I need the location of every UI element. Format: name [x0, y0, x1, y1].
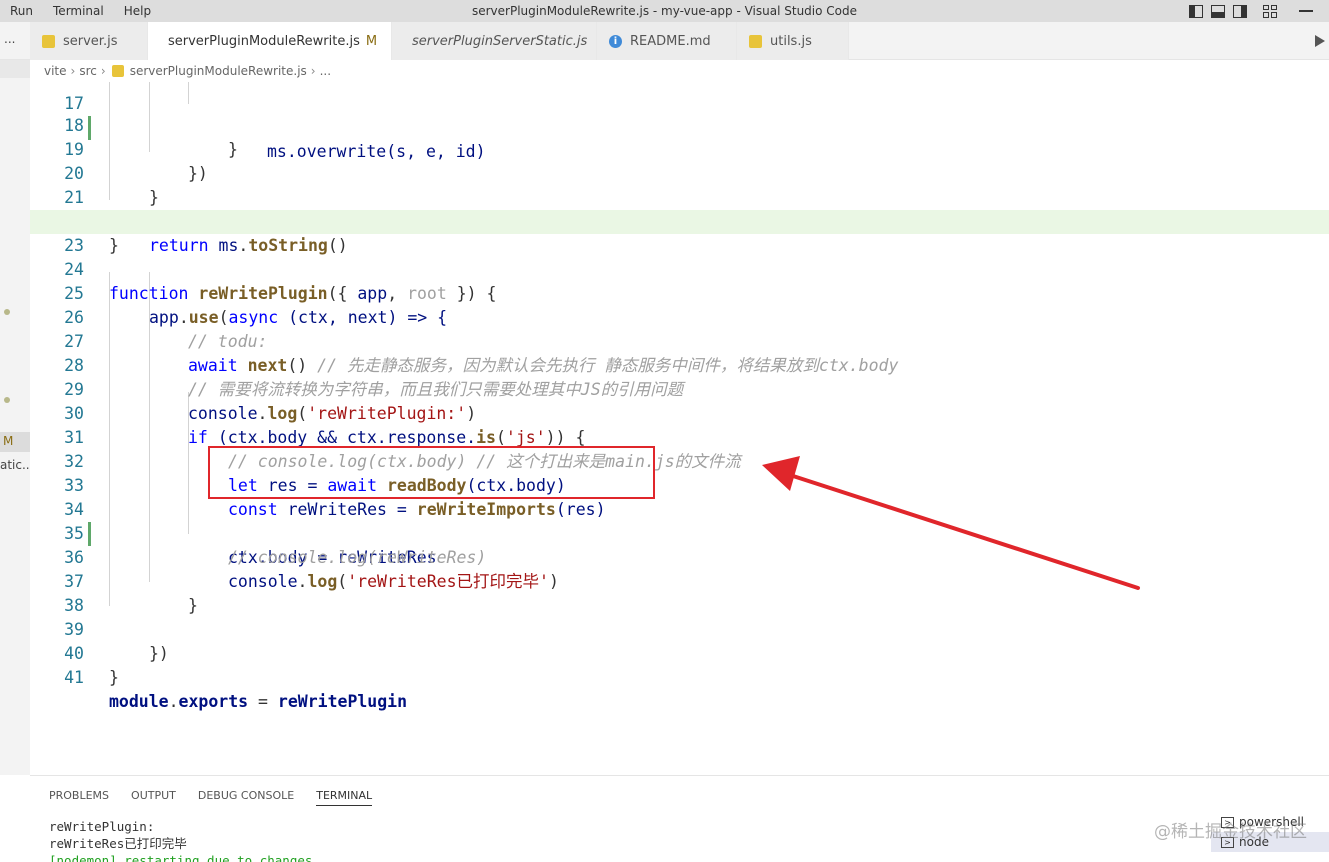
- decoration-dot-icon: [4, 397, 10, 403]
- code-line: 18 }: [64, 116, 238, 159]
- code-line: 37 }: [64, 572, 198, 615]
- code-line: 41 module.exports = reWritePlugin: [64, 668, 408, 711]
- menu-help[interactable]: Help: [114, 4, 161, 18]
- tab-label: serverPluginModuleRewrite.js: [168, 33, 360, 49]
- modified-indicator: M: [365, 33, 378, 49]
- terminal-line: reWriteRes已打印完毕: [49, 836, 187, 851]
- modified-badge[interactable]: M: [0, 432, 30, 452]
- code-line: 20 }: [64, 164, 159, 207]
- breadcrumb-item[interactable]: vite: [44, 64, 67, 78]
- tab-utils-js[interactable]: utils.js: [737, 22, 849, 60]
- terminal-line: reWritePlugin:: [49, 819, 155, 834]
- decoration-dot-icon: [4, 309, 10, 315]
- terminal-output[interactable]: reWritePlugin: reWriteRes已打印完毕 [nodemon] r…: [49, 818, 335, 862]
- panel-tabs: PROBLEMS OUTPUT DEBUG CONSOLE TERMINAL: [49, 789, 373, 806]
- menu-terminal[interactable]: Terminal: [43, 4, 114, 18]
- annotation-box: [208, 446, 655, 499]
- tab-terminal[interactable]: TERMINAL: [316, 789, 373, 806]
- code-line: 26 // todu:: [64, 308, 268, 351]
- js-file-icon: [42, 34, 55, 48]
- tab-label: serverPluginServerStatic.js: [412, 33, 588, 49]
- chevron-right-icon: ›: [100, 64, 106, 78]
- code-line: 36 console.log('reWriteRes已打印完毕'): [64, 548, 559, 591]
- watermark: @稀土掘金技术社区: [1154, 822, 1307, 842]
- js-file-icon: [111, 65, 124, 77]
- toggle-primary-sidebar-icon[interactable]: [1189, 4, 1203, 18]
- run-icon[interactable]: [1315, 35, 1325, 47]
- toggle-secondary-sidebar-icon[interactable]: [1233, 4, 1247, 18]
- code-editor[interactable]: 17 ms.overwrite(s, e, id) 18 } 19 }) 20 …: [30, 82, 1329, 775]
- tab-label: utils.js: [770, 33, 812, 49]
- chevron-right-icon: ›: [70, 64, 76, 78]
- code-line: 19 }): [64, 140, 208, 183]
- tab-label: server.js: [63, 33, 118, 49]
- tab-output[interactable]: OUTPUT: [131, 789, 176, 806]
- code-line-current: 23: [30, 210, 1329, 255]
- tab-overflow[interactable]: ...: [0, 22, 30, 59]
- tab-serverpluginmodulerewrite-js[interactable]: serverPluginModuleRewrite.js M: [148, 22, 392, 60]
- info-icon: i: [609, 34, 622, 48]
- tab-debug-console[interactable]: DEBUG CONSOLE: [198, 789, 294, 806]
- code-line: 27 await next() // 先走静态服务，因为默认会先执行 静态服务中…: [64, 332, 899, 375]
- code-line: 24 function reWritePlugin({ app, root })…: [64, 260, 497, 303]
- editor-tab-bar: ... server.js serverPluginModuleRewrite.…: [0, 22, 1329, 60]
- tab-server-js[interactable]: server.js: [30, 22, 148, 60]
- terminal-line: [nodemon] restarting due to changes...: [49, 853, 335, 862]
- breadcrumb-item[interactable]: ...: [320, 64, 331, 78]
- customize-layout-icon[interactable]: [1263, 4, 1277, 18]
- window-title: serverPluginModuleRewrite.js - my-vue-ap…: [471, 4, 857, 18]
- toggle-panel-icon[interactable]: [1211, 4, 1225, 18]
- window-controls: [1189, 0, 1329, 22]
- minimize-icon[interactable]: [1299, 10, 1313, 12]
- sidebar-header: [0, 60, 30, 78]
- breadcrumb-item[interactable]: src: [79, 64, 97, 78]
- code-line: 25 app.use(async (ctx, next) => {: [64, 284, 448, 327]
- code-line: 35 // console.log(reWriteRes): [64, 524, 487, 567]
- code-line: 29 console.log('reWritePlugin:'): [64, 380, 477, 423]
- breadcrumb: vite › src › serverPluginModuleRewrite.j…: [30, 60, 331, 82]
- chevron-right-icon: ›: [310, 64, 316, 78]
- code-line: 38: [64, 596, 84, 615]
- code-line: 30 if (ctx.body && ctx.response.is('js')…: [64, 404, 586, 447]
- breadcrumb-item[interactable]: serverPluginModuleRewrite.js: [130, 64, 307, 78]
- code-line: 22 }: [64, 212, 119, 255]
- js-file-icon: [749, 34, 762, 48]
- tab-label: README.md: [630, 33, 711, 49]
- tab-problems[interactable]: PROBLEMS: [49, 789, 109, 806]
- code-line: 40 }: [64, 644, 119, 687]
- menu-run[interactable]: Run: [0, 4, 43, 18]
- code-line: 28 // 需要将流转换为字符串，而且我们只需要处理其中JS的引用问题: [64, 356, 684, 399]
- sidebar-file-item[interactable]: atic...: [0, 458, 33, 472]
- code-line: 39 }): [64, 620, 169, 663]
- sidebar: M atic...: [0, 60, 33, 775]
- title-bar: Run Terminal Help serverPluginModuleRewr…: [0, 0, 1329, 22]
- bottom-panel: PROBLEMS OUTPUT DEBUG CONSOLE TERMINAL r…: [30, 775, 1329, 862]
- tab-serverpluginserverstatic-js[interactable]: serverPluginServerStatic.js: [392, 22, 597, 60]
- code-line: 31 // console.log(ctx.body) // 这个打出来是mai…: [64, 428, 741, 471]
- tab-readme-md[interactable]: i README.md: [597, 22, 737, 60]
- code-line: 21 return ms.toString(): [64, 188, 348, 255]
